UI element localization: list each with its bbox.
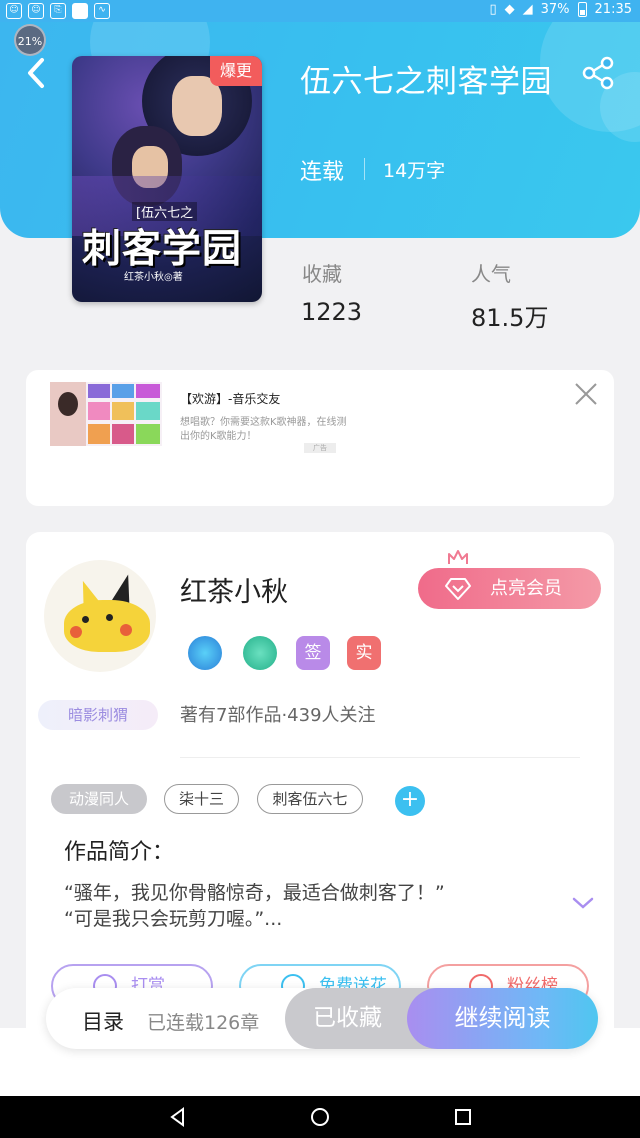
meta-divider — [364, 158, 365, 180]
ad-image — [50, 382, 162, 446]
collect-count: 1223 — [301, 298, 363, 326]
divider — [180, 757, 580, 758]
system-nav-bar — [0, 1096, 640, 1138]
back-button[interactable] — [22, 56, 52, 90]
battery-icon — [577, 2, 587, 17]
app-notification-icon: ☺ — [28, 3, 44, 19]
status-bar: ☺ ☺ ⎘ ∿ ▯ ◆ ◢ 37% 21:35 — [0, 0, 640, 22]
ad-mark: 广告 — [304, 443, 336, 453]
author-avatar[interactable] — [44, 560, 156, 672]
signed-badge[interactable]: 签 — [296, 636, 330, 670]
file-notification-icon: ⎘ — [50, 3, 66, 19]
book-cover[interactable]: [伍六七之 刺客学园 红茶小秋◎著 — [72, 56, 262, 302]
activity-notification-icon: ∿ — [94, 3, 110, 19]
popularity-label: 人气 — [471, 262, 511, 286]
ad-banner[interactable]: 【欢游】-音乐交友 想唱歌？你需要这款K歌神器，在线测出你的K歌能力！ 广告 — [26, 370, 614, 506]
handshake-medal-icon[interactable] — [243, 636, 277, 670]
nav-home-icon[interactable] — [309, 1106, 331, 1128]
continue-reading-button[interactable]: 继续阅读 — [407, 988, 598, 1049]
battery-percent: 37% — [540, 2, 570, 17]
serial-status: 连载 — [300, 160, 345, 185]
diamond-icon — [445, 578, 471, 600]
phone-medal-icon[interactable] — [188, 636, 222, 670]
chevron-left-icon — [28, 58, 44, 88]
wifi-icon: ◆ — [504, 2, 515, 17]
vibrate-icon: ▯ — [489, 2, 497, 17]
chapter-progress[interactable]: 已连载126章 — [147, 1008, 259, 1035]
nav-recents-icon[interactable] — [452, 1106, 474, 1128]
ad-close-button[interactable] — [572, 380, 600, 408]
cover-author: 红茶小秋◎著 — [124, 272, 183, 283]
no-signal-icon: ◢ — [522, 2, 533, 17]
vip-button-label: 点亮会员 — [490, 578, 562, 599]
author-title-badge: 暗影刺猬 — [38, 700, 158, 730]
vip-activate-button[interactable]: 点亮会员 — [418, 568, 601, 609]
toc-button[interactable]: 目录 — [82, 1006, 124, 1036]
intro-line: “可是我只会玩剪刀喔。”... — [64, 908, 283, 930]
share-button[interactable] — [580, 55, 616, 91]
share-icon — [582, 56, 614, 90]
tag-character[interactable]: 刺客伍六七 — [257, 784, 363, 814]
ad-title: 【欢游】-音乐交友 — [180, 392, 281, 406]
intro-line: “骚年，我见你骨骼惊奇，最适合做刺客了！” — [64, 882, 445, 904]
author-works-followers: 著有7部作品·439人关注 — [180, 705, 376, 726]
add-tag-button[interactable]: + — [395, 786, 425, 816]
word-count: 14万字 — [383, 160, 446, 182]
ad-description: 想唱歌？你需要这款K歌神器，在线测出你的K歌能力！ — [180, 417, 347, 442]
clock: 21:35 — [594, 2, 632, 17]
expand-intro-button[interactable] — [570, 893, 596, 913]
hot-update-tag: 爆更 — [210, 56, 262, 86]
collect-label: 收藏 — [302, 262, 342, 286]
author-name[interactable]: 红茶小秋 — [180, 570, 288, 609]
app-notification-icon: ☺ — [6, 3, 22, 19]
tag-category[interactable]: 动漫同人 — [51, 784, 147, 814]
cover-title: 刺客学园 — [82, 227, 243, 272]
square-notification-icon — [72, 3, 88, 19]
intro-heading: 作品简介： — [64, 840, 175, 865]
verified-badge[interactable]: 实 — [347, 636, 381, 670]
crown-icon — [448, 550, 468, 564]
tag-character[interactable]: 柒十三 — [164, 784, 239, 814]
close-icon — [575, 383, 597, 405]
nav-back-icon[interactable] — [167, 1106, 189, 1128]
speed-badge: 21% — [14, 24, 46, 56]
chevron-down-icon — [572, 897, 594, 909]
book-title: 伍六七之刺客学园 — [300, 64, 552, 100]
popularity-count: 81.5万 — [471, 304, 549, 332]
